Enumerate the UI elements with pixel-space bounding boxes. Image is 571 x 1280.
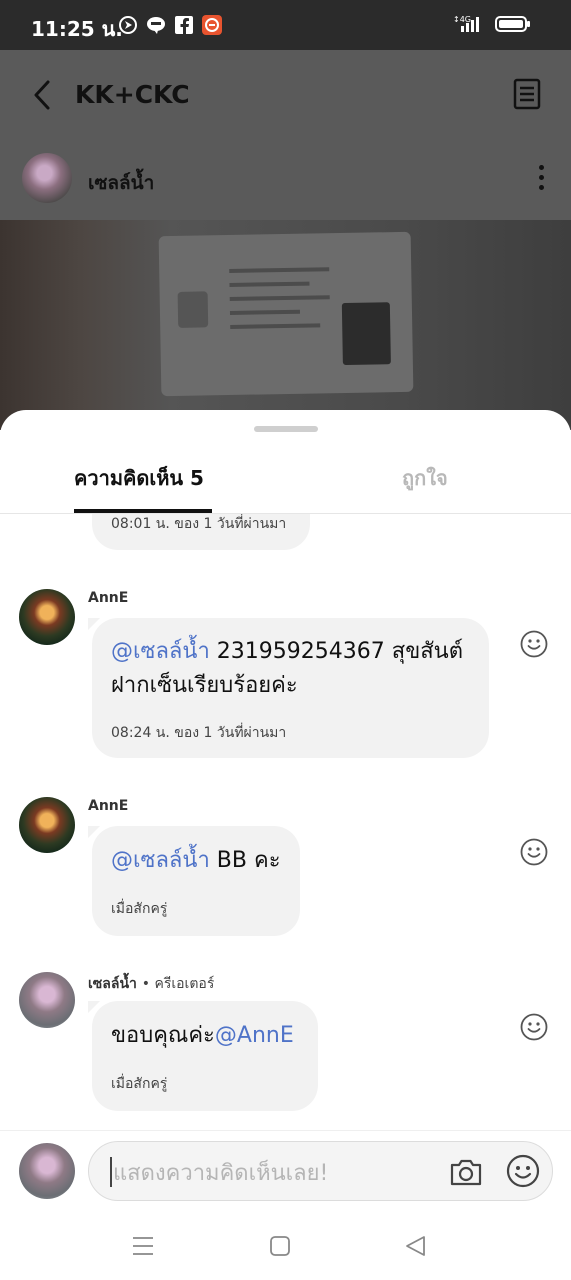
react-smile-icon[interactable] [520,630,548,658]
signal-icon: ↕4G [453,15,479,32]
commenter-name[interactable]: AnnE [88,798,128,814]
status-time: 11:25 น. [31,17,123,41]
system-nav-bar [0,1220,571,1280]
line-app-icon [147,17,165,34]
post-author-row: เซลล์น้ำ [0,140,571,220]
tab-likes[interactable]: ถูกใจ [402,462,448,494]
mention-link[interactable]: @เซลล์น้ำ [111,848,210,873]
drag-handle[interactable] [254,426,318,432]
my-avatar [19,1143,75,1199]
tab-comments[interactable]: ความคิดเห็น 5 [74,462,204,494]
menu-icon[interactable] [131,1234,155,1258]
active-tab-indicator [74,509,212,513]
comment-bubble-partial: 08:01 น. ของ 1 วันที่ผ่านมา [92,514,310,550]
more-options-icon[interactable] [532,162,550,194]
commenter-avatar[interactable] [19,972,75,1028]
post-photo[interactable] [0,220,571,430]
id-card-image [158,231,414,397]
post-view-dimmed: KK+CKC เซลล์น้ำ [0,50,571,430]
mention-link[interactable]: @เซลล์น้ำ [111,639,210,664]
camera-icon[interactable] [449,1155,483,1189]
back-triangle-icon[interactable] [404,1234,428,1258]
status-bar: 11:25 น. ↕4G [0,0,571,50]
comment-bubble[interactable]: ขอบคุณค่ะ@AnnE เมื่อสักครู่ [92,1001,318,1111]
text-caret [110,1157,112,1187]
comment-text: ขอบคุณค่ะ@AnnE [111,1023,294,1048]
comments-sheet: ความคิดเห็น 5 ถูกใจ 08:01 น. ของ 1 วันที… [0,410,571,1280]
creator-badge: • ครีเอเตอร์ [141,976,215,992]
author-avatar[interactable] [22,153,72,203]
network-label: ↕4G [453,15,471,24]
react-smile-icon[interactable] [520,838,548,866]
status-right: ↕4G [453,14,531,34]
emoji-icon[interactable] [506,1154,540,1188]
commenter-name[interactable]: เซลล์น้ำ • ครีเอเตอร์ [88,973,214,995]
home-icon[interactable] [268,1234,292,1258]
comment-list[interactable]: 08:01 น. ของ 1 วันที่ผ่านมา AnnE @เซลล์น… [0,514,571,1130]
navigation-icon [119,16,137,34]
comment-time: เมื่อสักครู่ [111,901,168,917]
battery-icon [495,16,530,32]
commenter-name[interactable]: AnnE [88,590,128,606]
mention-link[interactable]: @AnnE [215,1023,294,1048]
tab-bar: ความคิดเห็น 5 ถูกใจ [0,450,571,514]
comment-text: @เซลล์น้ำ 231959254367 สุขสันต์ฝากเซ็นเร… [111,639,463,698]
facebook-icon [175,16,193,34]
back-arrow-icon[interactable] [28,78,56,112]
react-smile-icon[interactable] [520,1013,548,1041]
comment-bubble[interactable]: @เซลล์น้ำ BB คะ เมื่อสักครู่ [92,826,300,936]
header: KK+CKC [0,50,571,140]
comment-time: 08:01 น. ของ 1 วันที่ผ่านมา [111,516,287,532]
comment-text: @เซลล์น้ำ BB คะ [111,848,281,873]
comment-input-placeholder: แสดงความคิดเห็นเลย! [113,1161,329,1186]
comment-input[interactable]: แสดงความคิดเห็นเลย! [88,1141,553,1201]
comment-time: เมื่อสักครู่ [111,1076,168,1092]
comment-composer: แสดงความคิดเห็นเลย! [0,1130,571,1220]
commenter-avatar[interactable] [19,797,75,853]
author-name[interactable]: เซลล์น้ำ [88,168,154,198]
comment-bubble[interactable]: @เซลล์น้ำ 231959254367 สุขสันต์ฝากเซ็นเร… [92,618,489,758]
chat-title: KK+CKC [75,80,190,109]
commenter-avatar[interactable] [19,589,75,645]
notes-icon[interactable] [512,78,542,110]
app-notification-icon [202,15,222,35]
comment-time: 08:24 น. ของ 1 วันที่ผ่านมา [111,725,287,741]
